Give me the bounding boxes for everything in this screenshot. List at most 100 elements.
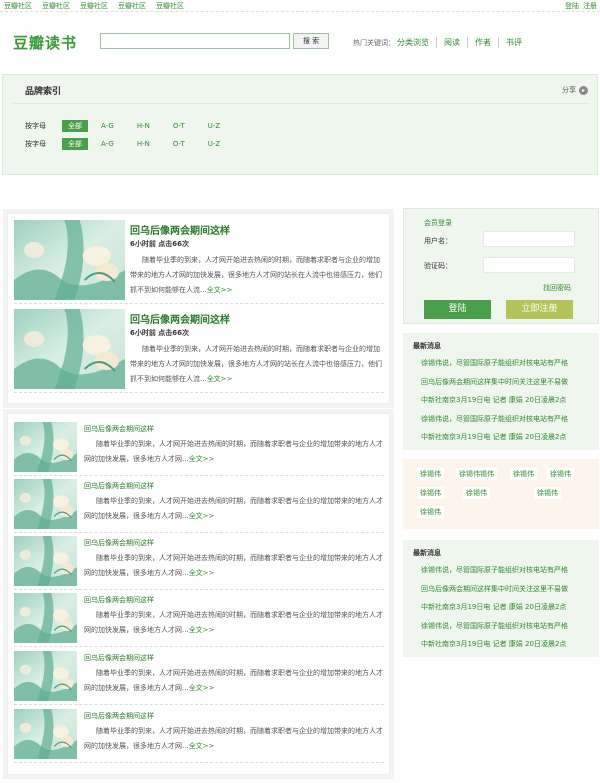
- news-title: 最新消息: [413, 342, 441, 350]
- login-link[interactable]: 登陆: [565, 1, 579, 11]
- article-meta: 6小时前 点击66次: [130, 329, 190, 337]
- news-item-link[interactable]: 回乌后像两会期间这样集中时间关注这里不易做: [421, 377, 568, 387]
- search-input[interactable]: [100, 33, 290, 49]
- tag-link[interactable]: 徐锡伟: [510, 468, 537, 480]
- captcha-field[interactable]: [483, 257, 575, 273]
- letter-filter-row: 按字母 全部 A-G H-N O-T U-Z: [25, 120, 243, 132]
- article-thumbnail[interactable]: [14, 220, 125, 300]
- hot-keyword-link[interactable]: 书评: [498, 37, 529, 48]
- read-more-link[interactable]: 全文>>: [189, 512, 215, 520]
- filter-option[interactable]: H-N: [137, 122, 150, 130]
- username-label: 用户名：: [424, 237, 452, 245]
- read-more-link[interactable]: 全文>>: [189, 684, 215, 692]
- tag-link[interactable]: 徐锡伟锡伟: [456, 468, 497, 480]
- hot-keywords-label: 热门关键词：: [353, 38, 395, 47]
- news-item-link[interactable]: 徐锡伟说，尽管国际原子能组织对核电站有严格: [421, 414, 568, 424]
- forgot-password-link[interactable]: 找回密码: [543, 283, 571, 293]
- list-item: 回乌后像两会期间这样 随着毕业季的到来，人才网开始进去热闹的时期，而随着求职者与…: [14, 651, 384, 705]
- featured-article: 回乌后像两会期间这样 6小时前 点击66次 随着毕业季的到来，人才网开始进去热闹…: [14, 220, 384, 304]
- site-logo[interactable]: 豆瓣读书: [13, 32, 77, 53]
- article-thumbnail[interactable]: [14, 422, 77, 472]
- member-login-panel: 会员登录 用户名： 验证码： 找回密码 登陆 立即注册: [403, 208, 599, 324]
- article-summary: 随着毕业季的到来，人才网开始进去热闹的时期，而随着求职者与企业的增加带来的地方人…: [130, 253, 382, 298]
- brand-index-panel: 品牌索引 分享 ▸ 按字母 全部 A-G H-N O-T U-Z 按字母 全部 …: [2, 74, 598, 175]
- filter-option[interactable]: A-G: [101, 140, 114, 148]
- article-title[interactable]: 回乌后像两会期间这样: [84, 711, 154, 721]
- article-title[interactable]: 回乌后像两会期间这样: [84, 424, 154, 434]
- article-thumbnail[interactable]: [14, 479, 77, 529]
- filter-all-button[interactable]: 全部: [62, 138, 88, 150]
- hot-keyword-link[interactable]: 阅读: [436, 37, 467, 48]
- tag-link[interactable]: 徐锡伟: [534, 487, 561, 499]
- register-link[interactable]: 注册: [583, 1, 597, 11]
- tag-link[interactable]: 徐锡伟: [463, 487, 490, 499]
- news-item-link[interactable]: 徐锡伟说，尽管国际原子能组织对核电站有严格: [421, 621, 568, 631]
- tag-link[interactable]: 徐锡伟: [417, 487, 444, 499]
- featured-article: 回乌后像两会期间这样 6小时前 点击66次 随着毕业季的到来，人才网开始进去热闹…: [14, 309, 384, 393]
- read-more-link[interactable]: 全文>>: [207, 286, 233, 294]
- summary-text: 随着毕业季的到来，人才网开始进去热闹的时期，而随着求职者与企业的增加带来的地方人…: [84, 440, 383, 463]
- news-item-link[interactable]: 回乌后像两会期间这样集中时间关注这里不易做: [421, 584, 568, 594]
- username-field[interactable]: [483, 231, 575, 247]
- letter-filter-label: 按字母: [25, 140, 46, 148]
- community-link[interactable]: 豆瓣社区: [156, 1, 184, 11]
- summary-text: 随着毕业季的到来，人才网开始进去热闹的时期，而随着求职者与企业的增加带来的地方人…: [84, 611, 383, 634]
- tag-link[interactable]: 徐锡伟: [417, 468, 444, 480]
- tag-link[interactable]: 徐锡伟: [547, 468, 574, 480]
- community-link[interactable]: 豆瓣社区: [4, 1, 32, 11]
- article-title[interactable]: 回乌后像两会期间这样: [130, 311, 230, 326]
- news-item-link[interactable]: 徐锡伟说，尽管国际原子能组织对核电站有严格: [421, 358, 568, 368]
- news-item-link[interactable]: 中新社南京3月19日电 记者 康娟 20日凌晨2点: [421, 432, 566, 442]
- article-summary: 随着毕业季的到来，人才网开始进去热闹的时期，而随着求职者与企业的增加带来的地方人…: [84, 437, 384, 467]
- article-meta: 6小时前 点击66次: [130, 240, 190, 248]
- summary-text: 随着毕业季的到来，人才网开始进去热闹的时期，而随着求职者与企业的增加带来的地方人…: [130, 345, 382, 383]
- divider: [13, 103, 589, 104]
- article-thumbnail[interactable]: [14, 593, 77, 643]
- article-summary: 随着毕业季的到来，人才网开始进去热闹的时期，而随着求职者与企业的增加带来的地方人…: [84, 666, 384, 696]
- article-thumbnail[interactable]: [14, 309, 125, 389]
- article-thumbnail[interactable]: [14, 651, 77, 701]
- read-more-link[interactable]: 全文>>: [207, 375, 233, 383]
- article-title[interactable]: 回乌后像两会期间这样: [130, 222, 230, 237]
- filter-all-button[interactable]: 全部: [62, 120, 88, 132]
- article-title[interactable]: 回乌后像两会期间这样: [84, 653, 154, 663]
- read-more-link[interactable]: 全文>>: [189, 455, 215, 463]
- news-item-link[interactable]: 中新社南京3月19日电 记者 康娟 20日凌晨2点: [421, 639, 566, 649]
- letter-filter-row: 按字母 全部 A-G H-N O-T U-Z: [25, 138, 243, 150]
- read-more-link[interactable]: 全文>>: [189, 626, 215, 634]
- login-button[interactable]: 登陆: [424, 300, 491, 319]
- hot-keywords: 热门关键词： 分类浏览 阅读 作者 书评: [353, 37, 529, 48]
- share-label: 分享: [562, 86, 576, 94]
- filter-option[interactable]: A-G: [101, 122, 114, 130]
- featured-articles-panel: 回乌后像两会期间这样 6小时前 点击66次 随着毕业季的到来，人才网开始进去热闹…: [7, 213, 390, 404]
- community-link[interactable]: 豆瓣社区: [80, 1, 108, 11]
- latest-news-panel: 最新消息 徐锡伟说，尽管国际原子能组织对核电站有严格 回乌后像两会期间这样集中时…: [403, 333, 599, 450]
- summary-text: 随着毕业季的到来，人才网开始进去热闹的时期，而随着求职者与企业的增加带来的地方人…: [130, 256, 382, 294]
- filter-option[interactable]: U-Z: [208, 122, 220, 130]
- article-title[interactable]: 回乌后像两会期间这样: [84, 538, 154, 548]
- list-item: 回乌后像两会期间这样 随着毕业季的到来，人才网开始进去热闹的时期，而随着求职者与…: [14, 479, 384, 533]
- register-button[interactable]: 立即注册: [506, 300, 573, 319]
- read-more-link[interactable]: 全文>>: [189, 742, 215, 750]
- hot-keyword-link[interactable]: 分类浏览: [395, 37, 436, 48]
- filter-option[interactable]: H-N: [137, 140, 150, 148]
- share-button[interactable]: 分享 ▸: [562, 85, 588, 95]
- news-item-link[interactable]: 徐锡伟说，尽管国际原子能组织对核电站有严格: [421, 565, 568, 575]
- community-link[interactable]: 豆瓣社区: [42, 1, 70, 11]
- news-item-link[interactable]: 中新社南京3月19日电 记者 康娟 20日凌晨2点: [421, 602, 566, 612]
- article-title[interactable]: 回乌后像两会期间这样: [84, 595, 154, 605]
- article-title[interactable]: 回乌后像两会期间这样: [84, 481, 154, 491]
- tag-link[interactable]: 徐锡伟: [417, 506, 444, 518]
- news-item-link[interactable]: 中新社南京3月19日电 记者 康娟 20日凌晨2点: [421, 395, 566, 405]
- filter-option[interactable]: U-Z: [208, 140, 220, 148]
- hot-keyword-link[interactable]: 作者: [467, 37, 498, 48]
- search-button[interactable]: 搜 索: [293, 33, 329, 49]
- filter-option[interactable]: O-T: [173, 140, 185, 148]
- article-thumbnail[interactable]: [14, 536, 77, 586]
- summary-text: 随着毕业季的到来，人才网开始进去热闹的时期，而随着求职者与企业的增加带来的地方人…: [84, 497, 383, 520]
- article-summary: 随着毕业季的到来，人才网开始进去热闹的时期，而随着求职者与企业的增加带来的地方人…: [84, 724, 384, 754]
- filter-option[interactable]: O-T: [173, 122, 185, 130]
- community-link[interactable]: 豆瓣社区: [118, 1, 146, 11]
- article-thumbnail[interactable]: [14, 709, 77, 759]
- read-more-link[interactable]: 全文>>: [189, 569, 215, 577]
